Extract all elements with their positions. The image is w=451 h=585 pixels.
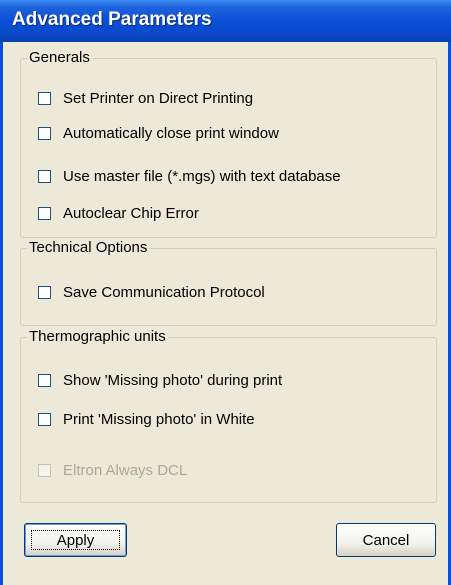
auto-close-print-window-option[interactable]: Automatically close print window bbox=[38, 123, 279, 143]
autoclear-chip-error-option[interactable]: Autoclear Chip Error bbox=[38, 203, 199, 223]
show-missing-photo-checkbox[interactable] bbox=[38, 373, 51, 387]
technical-options-group-label: Technical Options bbox=[29, 239, 148, 256]
auto-close-print-window-label: Automatically close print window bbox=[63, 124, 279, 142]
save-communication-protocol-option[interactable]: Save Communication Protocol bbox=[38, 282, 265, 302]
window-title: Advanced Parameters bbox=[12, 9, 212, 30]
apply-button[interactable]: Apply bbox=[24, 523, 127, 557]
set-printer-direct-printing-option[interactable]: Set Printer on Direct Printing bbox=[38, 88, 253, 108]
dialog-body: Generals Set Printer on Direct Printing … bbox=[0, 42, 451, 585]
show-missing-photo-label: Show 'Missing photo' during print bbox=[63, 371, 283, 389]
print-missing-photo-white-label: Print 'Missing photo' in White bbox=[63, 410, 255, 428]
apply-button-label: Apply bbox=[56, 531, 95, 549]
thermographic-units-group-label: Thermographic units bbox=[29, 328, 166, 345]
auto-close-print-window-checkbox[interactable] bbox=[38, 126, 51, 140]
autoclear-chip-error-checkbox[interactable] bbox=[38, 206, 51, 220]
eltron-always-dcl-checkbox bbox=[38, 463, 51, 477]
generals-group-label: Generals bbox=[29, 49, 90, 66]
print-missing-photo-white-option[interactable]: Print 'Missing photo' in White bbox=[38, 409, 255, 429]
set-printer-direct-printing-label: Set Printer on Direct Printing bbox=[63, 89, 254, 107]
use-master-file-label: Use master file (*.mgs) with text databa… bbox=[63, 167, 341, 185]
show-missing-photo-option[interactable]: Show 'Missing photo' during print bbox=[38, 370, 282, 390]
autoclear-chip-error-label: Autoclear Chip Error bbox=[63, 204, 199, 222]
cancel-button-label: Cancel bbox=[362, 531, 410, 549]
eltron-always-dcl-option: Eltron Always DCL bbox=[38, 460, 187, 480]
print-missing-photo-white-checkbox[interactable] bbox=[38, 412, 51, 426]
save-communication-protocol-label: Save Communication Protocol bbox=[63, 283, 265, 301]
use-master-file-option[interactable]: Use master file (*.mgs) with text databa… bbox=[38, 166, 341, 186]
use-master-file-checkbox[interactable] bbox=[38, 169, 51, 183]
save-communication-protocol-checkbox[interactable] bbox=[38, 285, 51, 299]
title-bar[interactable]: Advanced Parameters bbox=[0, 0, 451, 42]
set-printer-direct-printing-checkbox[interactable] bbox=[38, 91, 51, 105]
eltron-always-dcl-label: Eltron Always DCL bbox=[63, 461, 188, 479]
cancel-button[interactable]: Cancel bbox=[336, 523, 436, 557]
